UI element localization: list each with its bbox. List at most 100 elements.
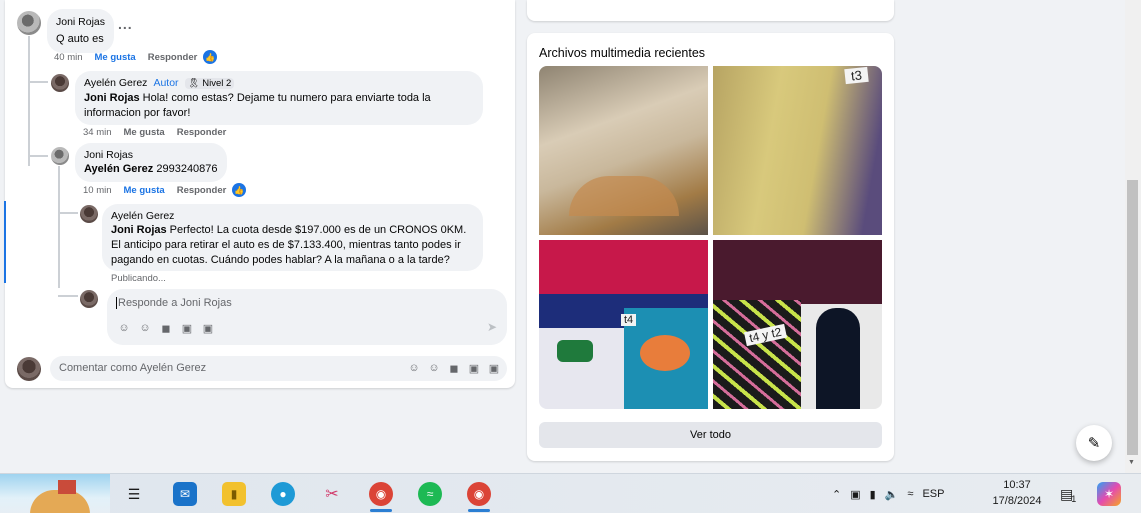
comment-text: Q auto es (56, 33, 104, 45)
sticker-icon[interactable]: ▣ (201, 321, 215, 335)
clock-date: 17/8/2024 (992, 495, 1042, 507)
notification-count: 1 (1071, 494, 1077, 504)
comment-bubble: Joni Rojas Q auto es (47, 9, 115, 53)
reply-button[interactable]: Responder (177, 127, 227, 138)
recent-media-card: Archivos multimedia recientes t3 t4 t4 y… (527, 33, 894, 461)
comment-text: 2993240876 (153, 163, 218, 175)
thread-line (58, 295, 78, 297)
gif-icon[interactable]: ▣ (467, 361, 481, 375)
thread-line (28, 36, 30, 166)
like-button[interactable]: Me gusta (124, 127, 165, 138)
copilot-icon[interactable]: ✶ (1097, 482, 1121, 506)
comment-time[interactable]: 10 min (83, 185, 112, 196)
file-explorer-icon[interactable]: ▮ (222, 482, 246, 506)
edge-icon[interactable]: ● (271, 482, 295, 506)
wifi-icon[interactable]: ≈ (907, 488, 913, 500)
system-tray: ⌃ ▣ ▮ 🔈 ≈ ESP (832, 474, 944, 513)
comment-time[interactable]: 34 min (83, 127, 112, 138)
reply-input[interactable]: Responde a Joni Rojas ☺ ☺ ◼ ▣ ▣ ➤ (107, 289, 507, 345)
chrome-profile-m-icon[interactable]: ◉ (369, 482, 393, 506)
media-thumbnail[interactable]: t4 y t2 (713, 240, 882, 409)
scrollbar-thumb[interactable] (1127, 180, 1138, 455)
chrome-profile-s-icon[interactable]: ◉ (467, 482, 491, 506)
thread-line (28, 81, 48, 83)
thread-line (58, 166, 60, 288)
language-indicator[interactable]: ESP (922, 488, 944, 500)
reply-button[interactable]: Responder (148, 52, 198, 63)
photo-label: t3 (844, 66, 869, 85)
media-thumbnail[interactable]: t4 (539, 240, 708, 409)
like-button[interactable]: Me gusta (95, 52, 136, 63)
like-reaction-icon[interactable]: 👍 (203, 50, 217, 64)
new-message-button[interactable]: ✎ (1076, 425, 1112, 461)
reply-button[interactable]: Responder (177, 185, 227, 196)
comment-author[interactable]: Ayelén Gerez (111, 209, 474, 223)
comment-time[interactable]: 40 min (54, 52, 83, 63)
media-thumbnail[interactable]: t3 (713, 66, 882, 235)
logo-shape (640, 335, 690, 371)
clock-time: 10:37 (1003, 479, 1031, 491)
comment-placeholder[interactable]: Comentar como Ayelén Gerez (59, 362, 206, 374)
send-icon[interactable]: ➤ (487, 320, 497, 334)
compose-icon: ✎ (1087, 435, 1101, 452)
meet-now-icon[interactable]: ▣ (850, 488, 860, 501)
pants-shape (713, 300, 801, 409)
level-text: Nivel 2 (202, 78, 232, 89)
camera-icon[interactable]: ◼ (159, 321, 173, 335)
gif-icon[interactable]: ▣ (180, 321, 194, 335)
avatar[interactable] (51, 147, 69, 165)
notifications-button[interactable]: ▤ 1 (1060, 474, 1076, 513)
camera-icon[interactable]: ◼ (447, 361, 461, 375)
emoji-icon[interactable]: ☺ (138, 321, 152, 335)
comment-author-line: Ayelén Gerez Autor 🎗 Nivel 2 (84, 76, 474, 91)
active-indicator (468, 509, 490, 512)
comment-actions: 40 min Me gusta Responder (54, 52, 197, 63)
snipping-tool-icon[interactable]: ✂ (320, 482, 344, 506)
clock[interactable]: 10:37 17/8/2024 (986, 477, 1048, 509)
mention-link[interactable]: Joni Rojas (84, 92, 140, 104)
comment-bubble: Joni Rojas Ayelén Gerez 2993240876 (75, 143, 227, 182)
publishing-status: Publicando... (111, 273, 166, 284)
mail-icon[interactable]: ✉ (173, 482, 197, 506)
media-title: Archivos multimedia recientes (539, 46, 706, 60)
comments-panel: Joni Rojas Q auto es ... 40 min Me gusta… (4, 0, 515, 388)
status-text: Publicando... (111, 273, 166, 284)
avatar[interactable] (17, 11, 41, 35)
mention-link[interactable]: Joni Rojas (111, 224, 167, 236)
volume-icon[interactable]: 🔈 (885, 488, 899, 501)
avatar-sticker-icon[interactable]: ☺ (407, 361, 421, 375)
media-thumbnail[interactable] (539, 66, 708, 235)
chevron-up-icon[interactable]: ⌃ (832, 488, 841, 501)
focus-marker (4, 201, 6, 283)
scroll-down-icon[interactable]: ▼ (1128, 459, 1135, 466)
like-reaction-icon[interactable]: 👍 (232, 183, 246, 197)
leggings-shape (816, 308, 860, 409)
comment-input[interactable]: Comentar como Ayelén Gerez ☺ ☺ ◼ ▣ ▣ (50, 356, 507, 381)
reply-toolbar: ☺ ☺ ◼ ▣ ▣ (117, 321, 215, 335)
comment-author[interactable]: Joni Rojas (56, 15, 105, 29)
like-button[interactable]: Me gusta (124, 185, 165, 196)
comment-author[interactable]: Ayelén Gerez (84, 77, 147, 89)
reply-placeholder[interactable]: Responde a Joni Rojas (116, 297, 232, 309)
comment-author[interactable]: Joni Rojas (84, 148, 218, 162)
comment-bubble: Ayelén Gerez Joni Rojas Perfecto! La cuo… (102, 204, 483, 271)
see-all-button[interactable]: Ver todo (539, 422, 882, 448)
more-options-icon[interactable]: ... (118, 16, 133, 32)
mention-link[interactable]: Ayelén Gerez (84, 163, 153, 175)
sticker-icon[interactable]: ▣ (487, 361, 501, 375)
task-view-icon[interactable]: ☰ (122, 482, 146, 506)
avatar (17, 357, 41, 381)
battery-icon[interactable]: ▮ (870, 488, 876, 501)
emoji-icon[interactable]: ☺ (427, 361, 441, 375)
comment-actions: 34 min Me gusta Responder (83, 127, 226, 138)
thread-line (58, 212, 78, 214)
media-grid: t3 t4 t4 y t2 (539, 66, 882, 409)
avatar-sticker-icon[interactable]: ☺ (117, 321, 131, 335)
badge-icon: 🎗 (187, 78, 203, 89)
widgets-button[interactable] (0, 474, 110, 513)
spotify-icon[interactable]: ≈ (418, 482, 442, 506)
active-indicator (370, 509, 392, 512)
avatar[interactable] (80, 205, 98, 223)
avatar[interactable] (51, 74, 69, 92)
taskbar: ☰ ✉ ▮ ● ✂ ◉ ≈ ◉ ⌃ ▣ ▮ 🔈 ≈ ESP 10:37 17/8… (0, 473, 1141, 513)
